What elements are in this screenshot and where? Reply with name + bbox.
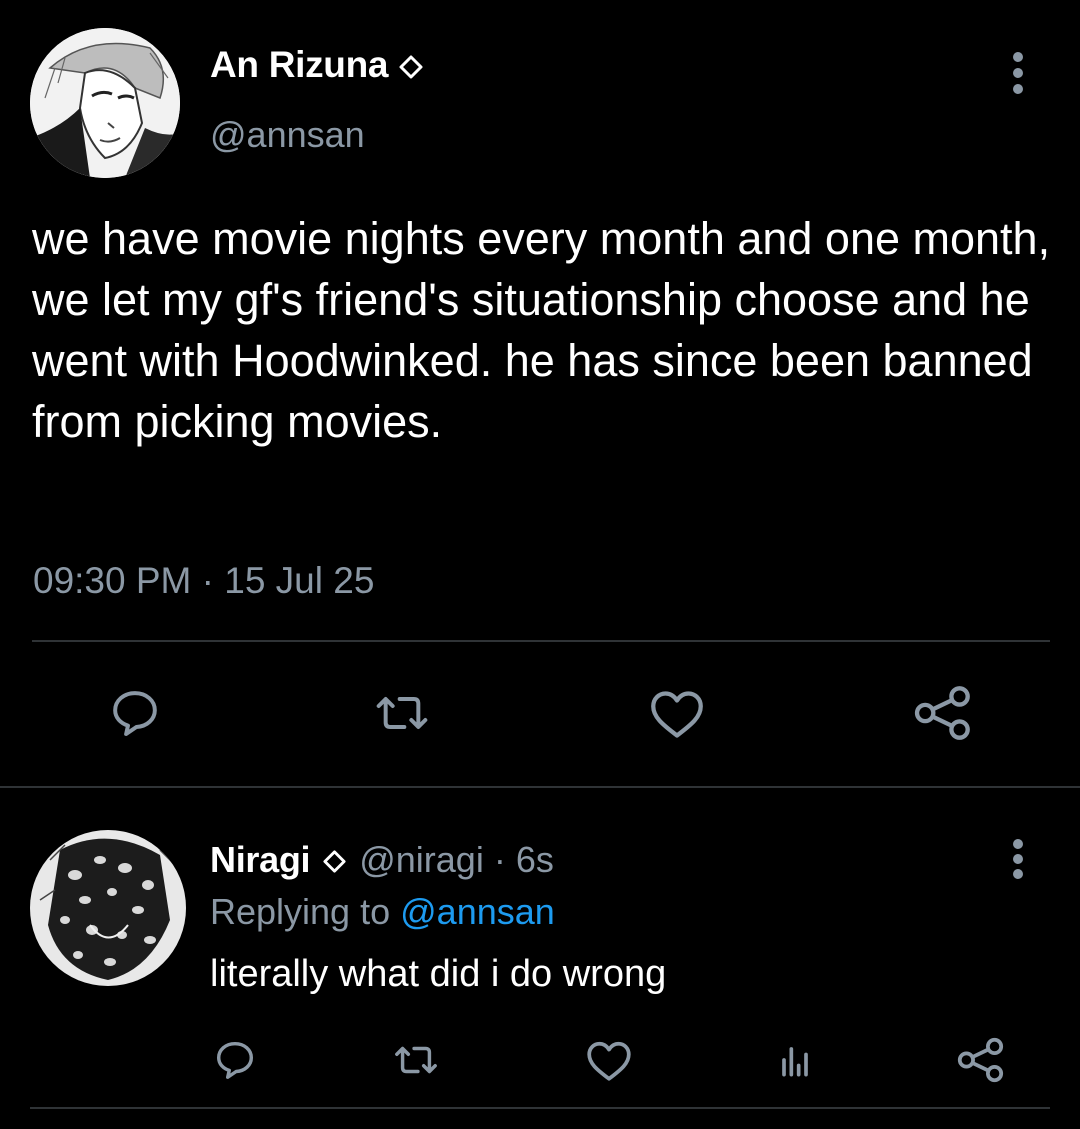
author-handle[interactable]: @annsan	[210, 114, 365, 156]
share-button[interactable]	[910, 682, 976, 744]
retweet-icon	[376, 697, 428, 729]
like-button[interactable]	[582, 1035, 636, 1085]
reply-icon	[216, 1041, 254, 1079]
retweet-button[interactable]	[388, 1035, 444, 1085]
reply-icon	[113, 691, 157, 736]
reply-author-display-name[interactable]: Niragi	[210, 839, 311, 880]
reply-author-avatar[interactable]	[30, 830, 186, 986]
retweet-button[interactable]	[366, 682, 438, 744]
reply-button[interactable]	[210, 1035, 260, 1085]
main-tweet: An Rizuna @annsan we have movie nights e…	[0, 0, 1080, 787]
divider	[32, 640, 1050, 642]
reply-text: literally what did i do wrong	[210, 953, 667, 995]
reply-header: Niragi @niragi · 6s	[210, 839, 554, 881]
analytics-icon	[782, 1047, 808, 1077]
diamond-icon	[323, 850, 346, 873]
share-button[interactable]	[956, 1035, 1006, 1085]
share-icon	[957, 1037, 1004, 1083]
separator: ·	[493, 839, 506, 880]
like-icon	[651, 691, 703, 738]
analytics-button[interactable]	[770, 1035, 820, 1085]
more-options-icon[interactable]	[1008, 52, 1028, 94]
avatar-image	[30, 830, 186, 986]
like-icon	[587, 1041, 631, 1081]
bottom-divider	[30, 1107, 1050, 1109]
replying-to-link[interactable]: @annsan	[400, 891, 555, 932]
tweet-text: we have movie nights every month and one…	[32, 213, 1051, 447]
tweet-timestamp[interactable]: 09:30 PM · 15 Jul 25	[33, 560, 374, 602]
avatar-image	[30, 28, 180, 178]
reply-button[interactable]	[104, 682, 166, 744]
section-divider	[0, 786, 1080, 788]
author-name-row[interactable]: An Rizuna	[210, 44, 424, 86]
author-display-name[interactable]: An Rizuna	[210, 44, 388, 85]
reply-author-handle[interactable]: @niragi	[359, 839, 484, 880]
retweet-icon	[395, 1046, 437, 1074]
share-icon	[914, 686, 970, 740]
replying-to-line: Replying to @annsan	[210, 891, 555, 933]
author-avatar[interactable]	[30, 28, 180, 178]
more-options-icon[interactable]	[1008, 839, 1028, 879]
like-button[interactable]	[644, 682, 710, 744]
reply-time[interactable]: 6s	[516, 839, 554, 880]
replying-to-prefix: Replying to	[210, 891, 391, 932]
diamond-icon	[399, 55, 423, 79]
